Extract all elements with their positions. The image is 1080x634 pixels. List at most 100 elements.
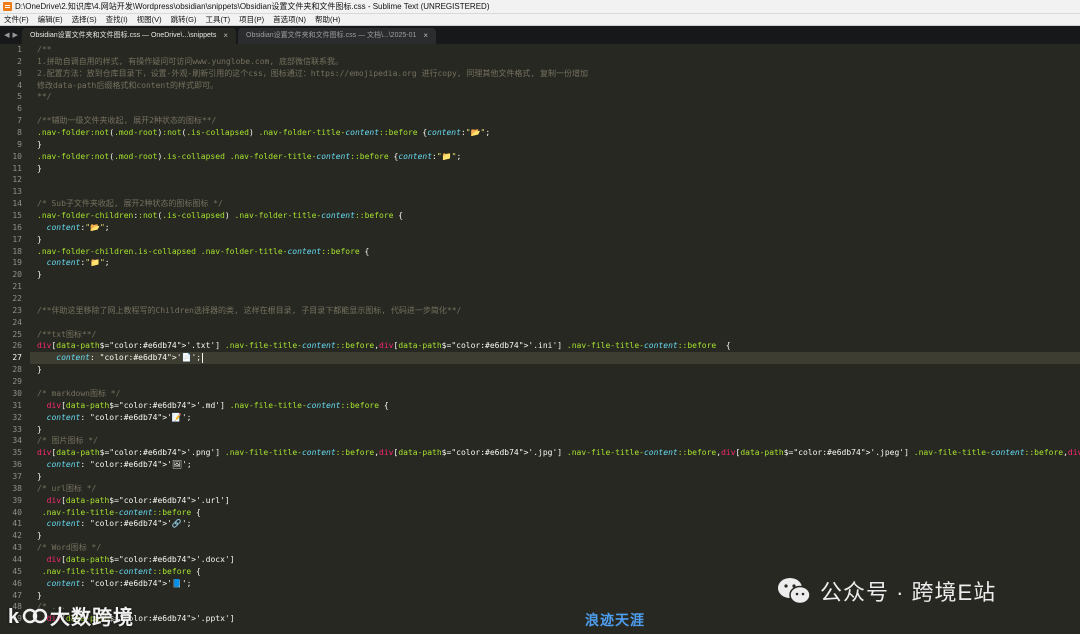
code-line[interactable]: content: "color:#e6db74">'📄';	[30, 352, 1080, 365]
text-cursor	[202, 352, 204, 363]
code-line[interactable]: div[data-path$="color:#e6db74">'.url']	[37, 495, 1080, 507]
line-number: 36	[12, 460, 22, 470]
code-line[interactable]	[37, 317, 1080, 329]
line-number: 5	[17, 92, 22, 102]
line-number: 13	[12, 187, 22, 197]
menu-help[interactable]: 帮助(H)	[315, 14, 340, 25]
code-line[interactable]: div[data-path$="color:#e6db74">'.pptx']	[37, 613, 1080, 625]
code-line[interactable]: /**辅助一级文件夹收起, 展开2种状态的图标**/	[37, 115, 1080, 127]
tab-active-file[interactable]: Obsidian设置文件夹和文件图标.css — OneDrive\...\sn…	[22, 28, 236, 44]
tab-navigation: ◀ ▶	[0, 26, 22, 44]
code-line[interactable]: /* 图片图标 */	[37, 435, 1080, 447]
code-line[interactable]: }	[37, 530, 1080, 542]
code-line[interactable]: content: "color:#e6db74">'🔗';	[37, 518, 1080, 530]
code-line[interactable]	[37, 281, 1080, 293]
code-line[interactable]: content:"📁";	[37, 257, 1080, 269]
code-line[interactable]: }	[37, 364, 1080, 376]
line-number: 42	[12, 531, 22, 541]
svg-text:k: k	[8, 606, 20, 628]
code-line[interactable]: /**伴助这里移除了网上教程写的Children选择器的类, 这样在根目录, 子…	[37, 305, 1080, 317]
code-line[interactable]: .nav-folder-children::not(.is-collapsed)…	[37, 210, 1080, 222]
wechat-icon	[778, 578, 811, 605]
close-icon[interactable]: ×	[223, 28, 228, 44]
code-area[interactable]: /** 1.拼助自调自用的样式, 有操作疑问可访问www.yunglobe.com…	[30, 44, 1080, 634]
line-number: 46	[12, 578, 22, 588]
code-line[interactable]: content: "color:#e6db74">'🖼';	[37, 459, 1080, 471]
code-line[interactable]	[37, 293, 1080, 305]
code-line[interactable]: div[data-path$="color:#e6db74">'.md'] .n…	[37, 400, 1080, 412]
watermark-right: 公众号 · 跨境E站	[776, 574, 996, 608]
menu-bar: 文件(F) 编辑(E) 选择(S) 查找(I) 视图(V) 跳转(G) 工具(T…	[0, 14, 1080, 26]
menu-file[interactable]: 文件(F)	[4, 14, 29, 25]
line-number: 23	[12, 305, 22, 315]
menu-project[interactable]: 项目(P)	[239, 14, 264, 25]
tab-scroll-right-icon[interactable]: ▶	[13, 31, 18, 39]
code-line[interactable]: .nav-file-title-content::before {	[37, 507, 1080, 519]
code-line[interactable]: /* url图标 */	[37, 483, 1080, 495]
line-number: 17	[12, 234, 22, 244]
menu-view[interactable]: 视图(V)	[137, 14, 162, 25]
title-bar: D:\OneDrive\2.知识库\4.网站开发\Wordpress\obsid…	[0, 0, 1080, 14]
line-number: 24	[12, 317, 22, 327]
line-number-gutter: 1 2 3 4 5 6 7 8 9 10 11 12 13 14 15 16 17 18 19 20 21 22 23 24 2…	[0, 44, 30, 634]
line-number: 26	[12, 341, 22, 351]
menu-preferences[interactable]: 首选项(N)	[273, 14, 306, 25]
code-line[interactable]: }	[37, 471, 1080, 483]
line-number: 19	[12, 258, 22, 268]
line-number: 37	[12, 471, 22, 481]
code-line[interactable]: /* markdown图标 */	[37, 388, 1080, 400]
code-line[interactable]: /* Word图标 */	[37, 542, 1080, 554]
line-number: 39	[12, 495, 22, 505]
code-line[interactable]	[37, 174, 1080, 186]
code-line[interactable]: **/	[37, 91, 1080, 103]
code-line[interactable]	[37, 103, 1080, 115]
line-number: 7	[17, 116, 22, 126]
code-line[interactable]	[37, 376, 1080, 388]
code-line[interactable]: .nav-folder:not(.mod-root):not(.is-colla…	[37, 127, 1080, 139]
code-line[interactable]: .nav-folder:not(.mod-root).is-collapsed …	[37, 151, 1080, 163]
code-line[interactable]: 修改data-path后缀格式和content的样式即可。	[37, 80, 1080, 92]
code-line[interactable]: 2.配置方法：放到仓库目录下，设置-外观-刷新引用的这个css，图标通过：htt…	[37, 68, 1080, 80]
watermark-left: k 大数跨境	[6, 600, 134, 630]
code-line[interactable]: div[data-path$="color:#e6db74">'.png'] .…	[37, 447, 1080, 459]
sublime-text-icon	[3, 2, 12, 11]
code-line[interactable]: content:"📂";	[37, 222, 1080, 234]
menu-goto[interactable]: 跳转(G)	[171, 14, 197, 25]
code-line[interactable]: 1.拼助自调自用的样式, 有操作疑问可访问www.yunglobe.com, 底…	[37, 56, 1080, 68]
line-number: 12	[12, 175, 22, 185]
line-number: 44	[12, 554, 22, 564]
code-line[interactable]: div[data-path$="color:#e6db74">'.docx']	[37, 554, 1080, 566]
menu-find[interactable]: 查找(I)	[106, 14, 128, 25]
line-number: 8	[17, 128, 22, 138]
menu-edit[interactable]: 编辑(E)	[38, 14, 63, 25]
code-line[interactable]: content: "color:#e6db74">'📝';	[37, 412, 1080, 424]
line-number: 33	[12, 424, 22, 434]
menu-selection[interactable]: 选择(S)	[72, 14, 97, 25]
watermark-center-text: 浪迹天涯	[585, 612, 645, 628]
code-line[interactable]: }	[37, 424, 1080, 436]
code-editor[interactable]: 1 2 3 4 5 6 7 8 9 10 11 12 13 14 15 16 17 18 19 20 21 22 23 24 2…	[0, 44, 1080, 634]
code-line[interactable]: }	[37, 269, 1080, 281]
code-line[interactable]: }	[37, 163, 1080, 175]
line-number: 14	[12, 199, 22, 209]
code-line[interactable]: }	[37, 139, 1080, 151]
tab-label: Obsidian设置文件夹和文件图标.css — OneDrive\...\sn…	[30, 32, 217, 39]
code-line[interactable]	[37, 186, 1080, 198]
code-line[interactable]: /* Sub子文件夹收起, 展开2种状态的图标图标 */	[37, 198, 1080, 210]
code-line[interactable]: }	[37, 234, 1080, 246]
line-number: 27	[12, 353, 22, 363]
line-number: 43	[12, 543, 22, 553]
watermark-right-text: 公众号 · 跨境E站	[820, 580, 997, 605]
line-number: 6	[17, 104, 22, 114]
tab-scroll-left-icon[interactable]: ◀	[4, 31, 9, 39]
code-line[interactable]: /**txt图标**/	[37, 329, 1080, 341]
code-line[interactable]: /**	[37, 44, 1080, 56]
line-number: 41	[12, 519, 22, 529]
menu-tools[interactable]: 工具(T)	[206, 14, 231, 25]
tab-inactive-file[interactable]: Obsidian设置文件夹和文件图标.css — 文档\...\2025-01 …	[238, 28, 437, 44]
code-line[interactable]: div[data-path$="color:#e6db74">'.txt'] .…	[37, 340, 1080, 352]
code-line[interactable]: .nav-folder-children.is-collapsed .nav-f…	[37, 246, 1080, 258]
line-number: 2	[17, 56, 22, 66]
close-icon[interactable]: ×	[423, 28, 428, 44]
brand-logo-icon: k	[8, 606, 48, 628]
